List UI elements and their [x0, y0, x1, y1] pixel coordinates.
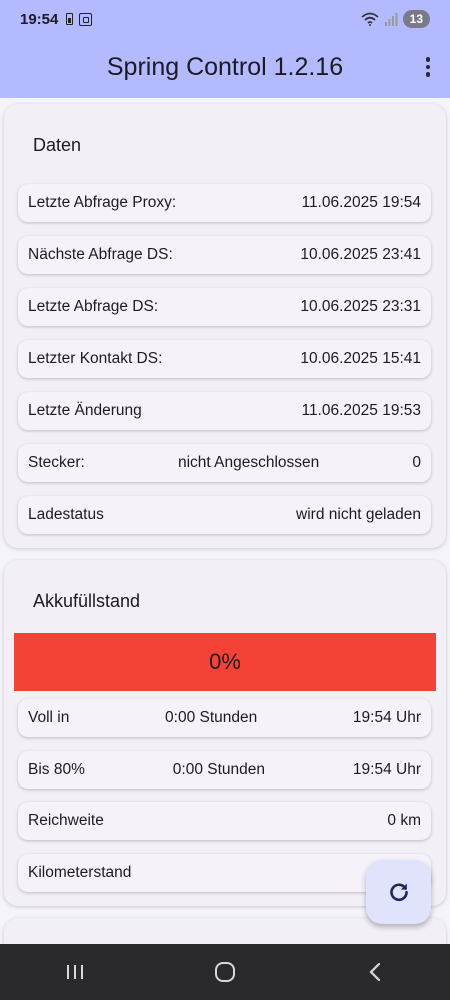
row-value: 11.06.2025 19:54 — [301, 194, 421, 211]
row-duration: 0:00 Stunden — [172, 761, 266, 778]
row-value: 10.06.2025 23:31 — [300, 298, 421, 315]
app-title: Spring Control 1.2.16 — [106, 52, 344, 81]
battery-level-bar: 0% — [14, 633, 436, 691]
daten-title: Daten — [33, 135, 82, 155]
row-label: Letzte Änderung — [28, 402, 142, 419]
refresh-icon — [389, 883, 408, 901]
wifi-icon — [361, 12, 379, 26]
row-label: Reichweite — [28, 812, 104, 829]
battery-icon — [66, 13, 74, 25]
akku-title: Akkufüllstand — [33, 591, 141, 611]
row-value: 19:54 Uhr — [352, 761, 421, 778]
signal-icon — [384, 13, 398, 26]
daten-card: Daten Letzte Abfrage Proxy: 11.06.2025 1… — [4, 104, 446, 548]
row-label: Stecker: — [28, 454, 85, 471]
recent-apps-icon[interactable] — [55, 952, 95, 992]
back-icon[interactable] — [355, 952, 395, 992]
refresh-button[interactable] — [366, 860, 431, 924]
row-duration: 0:00 Stunden — [165, 709, 258, 726]
home-icon[interactable] — [205, 952, 245, 992]
row-letzte-abfrage-proxy: Letzte Abfrage Proxy: 11.06.2025 19:54 — [18, 184, 431, 222]
row-naechste-abfrage-ds: Nächste Abfrage DS: 10.06.2025 23:41 — [18, 236, 431, 274]
row-label: Letzte Abfrage Proxy: — [28, 194, 177, 211]
row-label: Nächste Abfrage DS: — [28, 246, 173, 263]
battery-level-text: 0% — [209, 649, 241, 674]
status-right: 13 — [361, 10, 430, 28]
row-value: 0 — [412, 454, 421, 471]
row-reichweite: Reichweite 0 km — [18, 802, 431, 840]
row-letzte-abfrage-ds: Letzte Abfrage DS: 10.06.2025 23:31 — [18, 288, 431, 326]
row-voll-in: Voll in 0:00 Stunden 19:54 Uhr — [18, 699, 431, 737]
row-value: wird nicht geladen — [296, 506, 421, 523]
row-label: Kilometerstand — [28, 864, 132, 881]
row-value: 11.06.2025 19:53 — [301, 402, 421, 419]
row-value: 0 km — [387, 812, 421, 829]
row-bis-80: Bis 80% 0:00 Stunden 19:54 Uhr — [18, 751, 431, 789]
row-label: Bis 80% — [28, 761, 85, 778]
row-value: 10.06.2025 15:41 — [300, 350, 421, 367]
row-value: 10.06.2025 23:41 — [300, 246, 421, 263]
akku-card: Akkufüllstand 0% Voll in 0:00 Stunden 19… — [4, 560, 446, 906]
app-header: 19:54 13 Spring Control 1.2.16 — [0, 0, 450, 98]
app-bar: Spring Control 1.2.16 — [0, 38, 450, 96]
system-nav-bar — [0, 944, 450, 1000]
row-label: Ladestatus — [28, 506, 104, 523]
row-letzte-aenderung: Letzte Änderung 11.06.2025 19:53 — [18, 392, 431, 430]
row-ladestatus: Ladestatus wird nicht geladen — [18, 496, 431, 534]
battery-level-badge: 13 — [402, 10, 430, 28]
status-bar: 19:54 13 — [0, 0, 450, 38]
row-stecker: Stecker: nicht Angeschlossen 0 — [18, 444, 431, 482]
stecker-status: nicht Angeschlossen — [177, 454, 320, 471]
screenshot-icon — [79, 12, 93, 26]
row-label: Voll in — [28, 709, 70, 726]
row-label: Letzter Kontakt DS: — [28, 350, 163, 367]
more-vert-icon[interactable] — [420, 50, 436, 84]
row-value: 19:54 Uhr — [352, 709, 421, 726]
row-letzter-kontakt-ds: Letzter Kontakt DS: 10.06.2025 15:41 — [18, 340, 431, 378]
status-time: 19:54 — [20, 10, 59, 28]
row-label: Letzte Abfrage DS: — [28, 298, 159, 315]
